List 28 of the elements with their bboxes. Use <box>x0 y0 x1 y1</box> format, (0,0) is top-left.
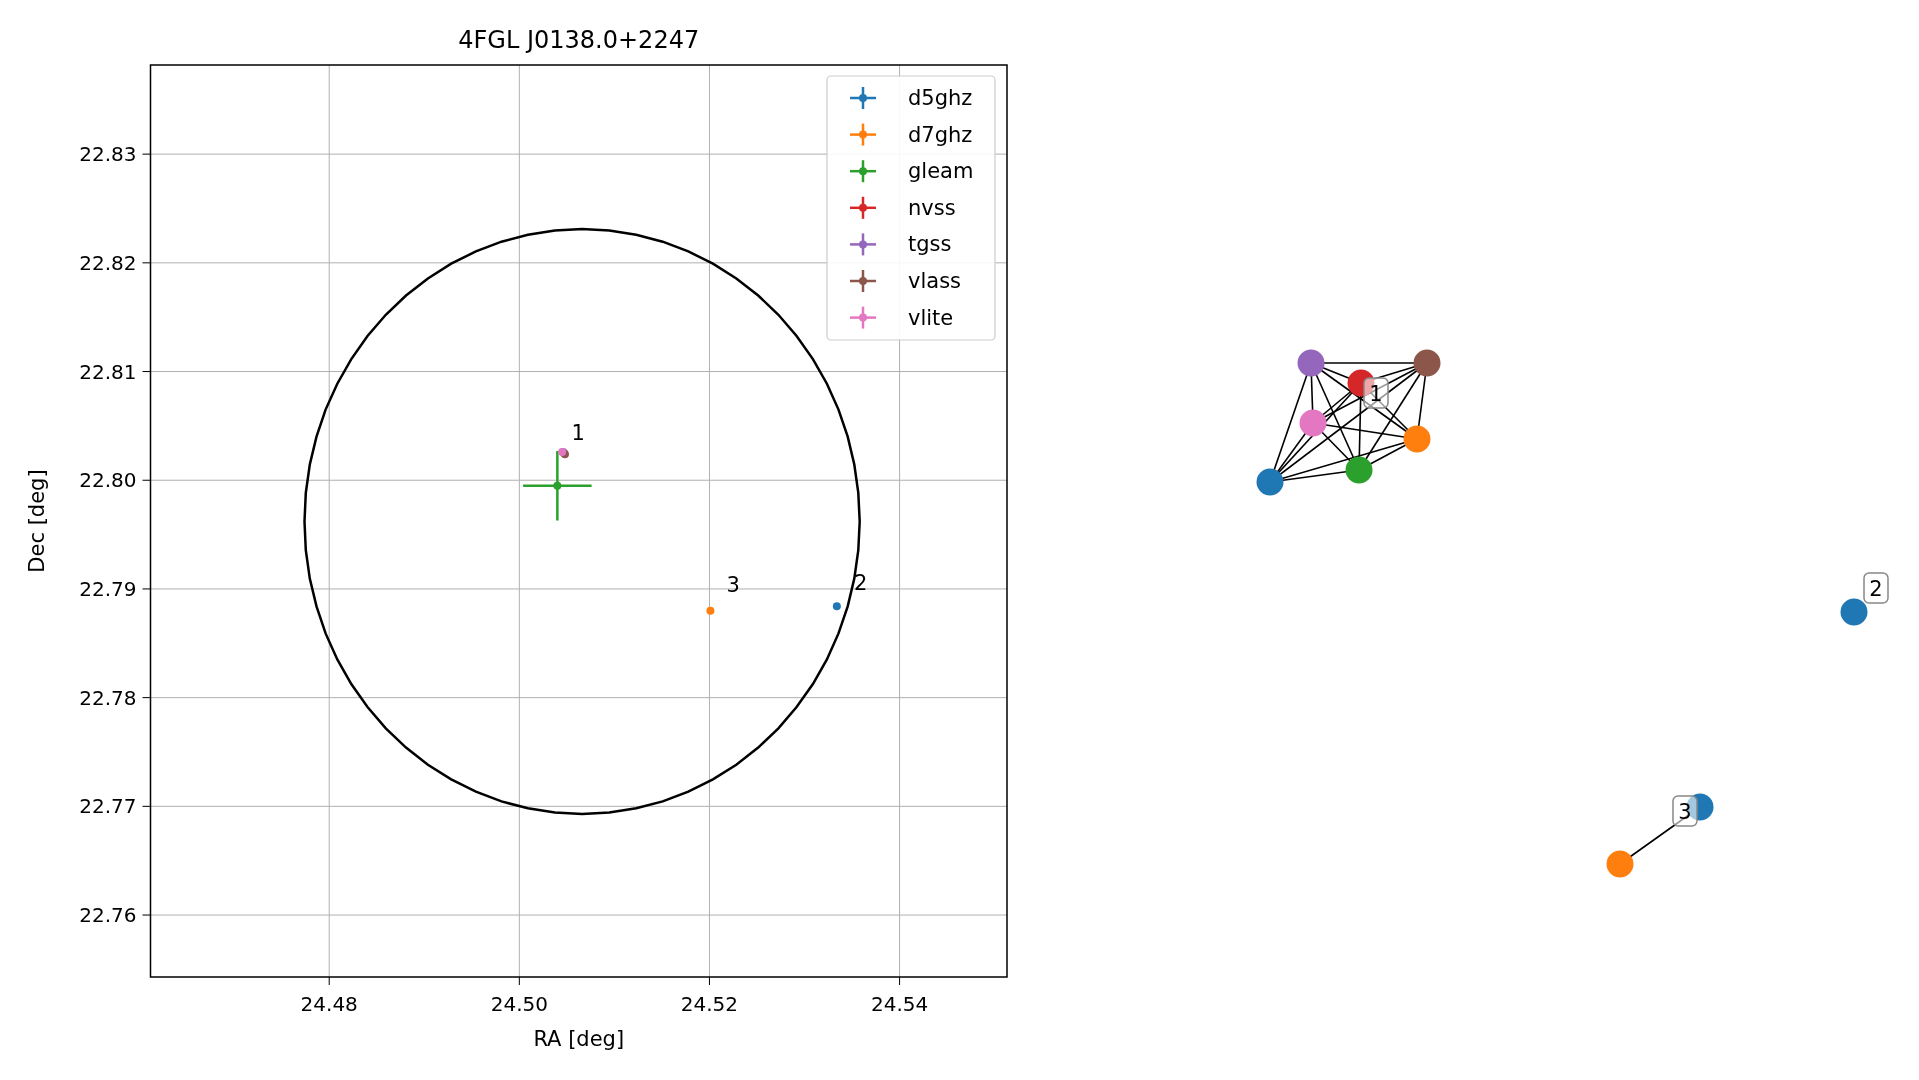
legend-label: nvss <box>908 195 956 220</box>
point-label: 3 <box>726 573 740 598</box>
x-tick-label: 24.50 <box>490 992 548 1016</box>
y-tick-label: 22.78 <box>79 685 137 710</box>
node-label: 1 <box>1363 377 1389 409</box>
y-tick-label: 22.82 <box>79 250 137 275</box>
node-label: 3 <box>1672 795 1698 827</box>
point-label: 2 <box>853 571 868 596</box>
legend-label: gleam <box>908 159 974 184</box>
chart-title: 4FGL J0138.0+2247 <box>458 26 700 54</box>
y-tick-label: 22.79 <box>79 576 137 601</box>
y-axis-label: Dec [deg] <box>25 469 49 573</box>
x-tick-label: 24.48 <box>300 992 358 1016</box>
legend-label: vlass <box>908 269 961 293</box>
legend-label: d5ghz <box>908 86 973 110</box>
legend-label: tgss <box>908 232 952 257</box>
y-tick-label: 22.77 <box>79 794 137 819</box>
point-label: 1 <box>571 421 585 445</box>
legend-label: d7ghz <box>908 122 973 147</box>
x-axis-label: RA [deg] <box>533 1027 625 1051</box>
y-tick-label: 22.81 <box>79 359 137 384</box>
legend-label: vlite <box>908 305 954 330</box>
node-label: 2 <box>1863 572 1889 604</box>
y-tick-label: 22.76 <box>79 903 137 928</box>
y-tick-label: 22.83 <box>79 142 137 167</box>
x-tick-label: 24.54 <box>870 992 929 1016</box>
y-tick-label: 22.80 <box>79 468 137 493</box>
x-tick-label: 24.52 <box>680 992 739 1016</box>
